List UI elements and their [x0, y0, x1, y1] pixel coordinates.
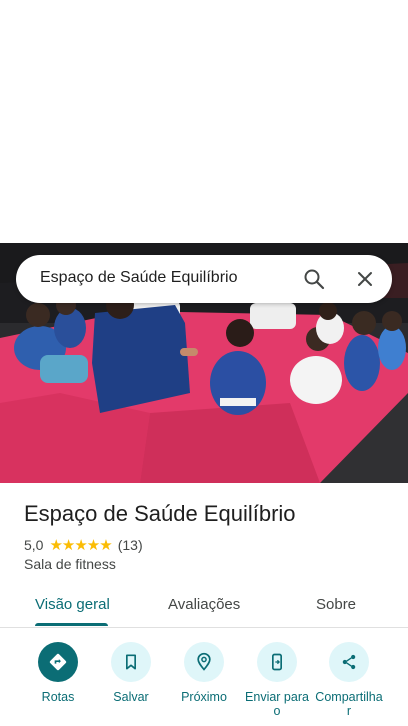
directions-icon	[38, 642, 78, 682]
close-icon[interactable]	[353, 267, 377, 291]
place-title: Espaço de Saúde Equilíbrio	[24, 501, 296, 526]
nearby-icon	[184, 642, 224, 682]
search-icon[interactable]	[302, 267, 326, 291]
place-category: Sala de fitness	[24, 556, 116, 572]
tab-about[interactable]: Sobre	[316, 596, 356, 613]
search-input[interactable]: Espaço de Saúde Equilíbrio	[40, 269, 237, 287]
directions-label: Rotas	[41, 690, 75, 704]
rating-value: 5,0	[24, 537, 44, 553]
action-bar: Rotas Salvar Próximo Enviar para o Compa…	[0, 640, 408, 726]
share-label: Compartilha r	[315, 690, 383, 718]
send-to-phone-label: Enviar para o	[245, 690, 309, 718]
rating-row[interactable]: 5,0 ★★★★★ (13)	[24, 536, 143, 554]
save-button[interactable]: Salvar	[95, 640, 167, 704]
tab-overview[interactable]: Visão geral	[35, 596, 110, 613]
share-button[interactable]: Compartilha r	[313, 640, 385, 718]
search-bar[interactable]: Espaço de Saúde Equilíbrio	[16, 255, 392, 303]
nearby-button[interactable]: Próximo	[168, 640, 240, 704]
review-count[interactable]: (13)	[118, 537, 143, 553]
star-rating-icon: ★★★★★	[49, 537, 112, 554]
directions-button[interactable]: Rotas	[22, 640, 94, 704]
send-to-phone-icon	[257, 642, 297, 682]
share-icon	[329, 642, 369, 682]
active-tab-indicator	[35, 623, 108, 626]
bookmark-icon	[111, 642, 151, 682]
tab-reviews[interactable]: Avaliações	[168, 596, 240, 613]
tab-bar: Visão geral Avaliações Sobre	[0, 586, 408, 628]
nearby-label: Próximo	[181, 690, 227, 704]
blank-top-area	[0, 0, 408, 243]
save-label: Salvar	[113, 690, 149, 704]
send-to-phone-button[interactable]: Enviar para o	[241, 640, 313, 718]
